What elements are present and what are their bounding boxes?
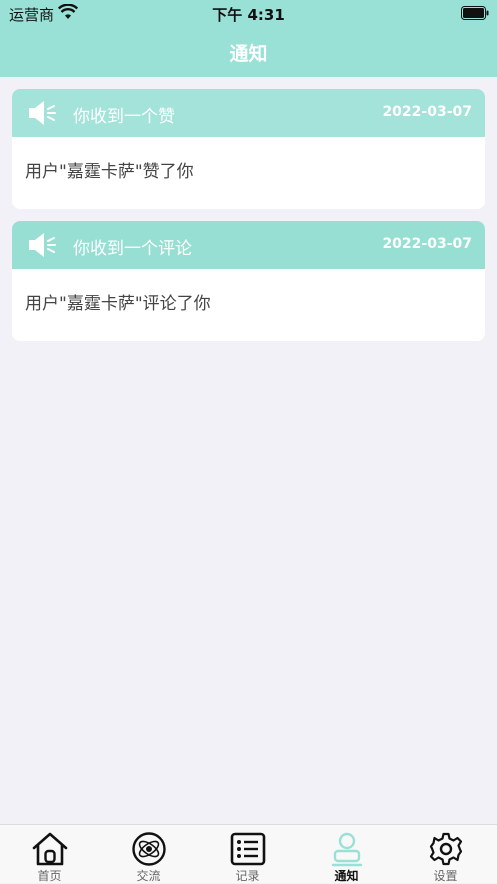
notification-header: 你收到一个赞 2022-03-07 (12, 89, 485, 137)
notification-title: 你收到一个赞 (73, 107, 175, 127)
notification-body: 用户"嘉霆卡萨"赞了你 (25, 162, 194, 182)
tab-label: 交流 (136, 869, 161, 883)
tab-exchange[interactable]: 交流 (99, 825, 198, 884)
planet-icon (132, 832, 166, 866)
tab-label: 首页 (37, 869, 62, 883)
notification-date: 2022-03-07 (382, 104, 472, 120)
notification-title: 你收到一个评论 (73, 239, 192, 259)
speaker-icon (27, 100, 59, 130)
status-time: 下午 4:31 (212, 6, 285, 24)
user-icon (331, 832, 363, 867)
page-title: 通知 (229, 43, 268, 65)
notification-date: 2022-03-07 (382, 236, 472, 252)
status-bar: 运营商 下午 4:31 (0, 0, 497, 26)
notification-card[interactable]: 你收到一个赞 2022-03-07 用户"嘉霆卡萨"赞了你 (12, 89, 485, 209)
tab-settings[interactable]: 设置 (396, 825, 495, 884)
list-icon (230, 832, 266, 866)
tab-home[interactable]: 首页 (0, 825, 99, 884)
tab-records[interactable]: 记录 (198, 825, 297, 884)
tab-bar: 首页 交流 记录 通知 设置 (0, 824, 497, 883)
battery-icon (461, 6, 489, 24)
notification-header: 你收到一个评论 2022-03-07 (12, 221, 485, 269)
notification-card[interactable]: 你收到一个评论 2022-03-07 用户"嘉霆卡萨"评论了你 (12, 221, 485, 341)
notification-body: 用户"嘉霆卡萨"评论了你 (25, 294, 211, 314)
tab-label: 记录 (235, 869, 260, 883)
home-icon (32, 832, 68, 866)
speaker-icon (27, 232, 59, 262)
gear-icon (429, 832, 463, 866)
tab-label: 设置 (433, 869, 458, 883)
tab-label: 通知 (334, 869, 359, 883)
nav-bar: 通知 (0, 26, 497, 77)
tab-notifications[interactable]: 通知 (297, 825, 396, 884)
